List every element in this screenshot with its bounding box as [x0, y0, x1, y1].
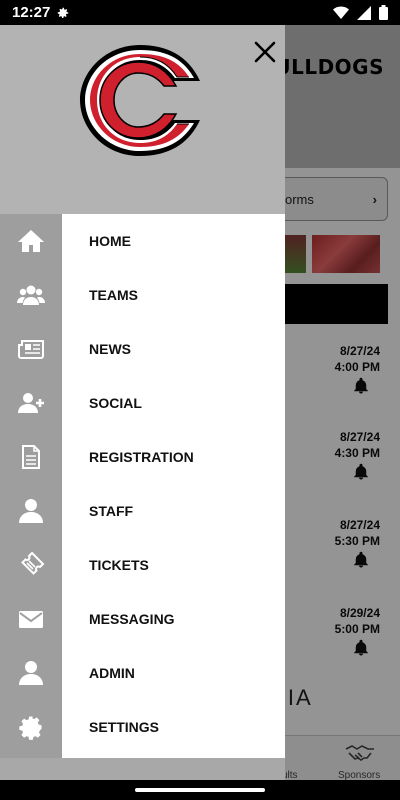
document-icon	[22, 445, 40, 469]
menu-item-admin[interactable]: ADMIN	[62, 646, 285, 700]
add-user-icon	[18, 393, 44, 413]
close-icon[interactable]	[252, 39, 278, 65]
user-icon	[19, 661, 43, 685]
menu-item-social[interactable]: SOCIAL	[62, 376, 285, 430]
rail-item-social[interactable]	[0, 376, 62, 430]
envelope-icon	[19, 611, 43, 628]
menu-item-settings[interactable]: SETTINGS	[62, 700, 285, 754]
rail-item-home[interactable]	[0, 214, 62, 268]
navigation-drawer: HOME TEAMS NEWS SOCIAL REGISTRATION STAF…	[0, 25, 285, 780]
settings-notification-icon	[58, 7, 69, 18]
menu-item-registration[interactable]: REGISTRATION	[62, 430, 285, 484]
rail-item-settings[interactable]	[0, 700, 62, 754]
rail-item-tickets[interactable]	[0, 538, 62, 592]
c-logo-icon	[80, 45, 200, 156]
rail-item-admin[interactable]	[0, 646, 62, 700]
status-icons	[333, 5, 388, 20]
rail-item-registration[interactable]	[0, 430, 62, 484]
battery-icon	[379, 5, 388, 20]
menu-item-home[interactable]: HOME	[62, 214, 285, 268]
rail-item-messaging[interactable]	[0, 592, 62, 646]
users-icon	[17, 285, 45, 305]
home-gesture-handle[interactable]	[135, 788, 265, 792]
drawer-footer	[0, 758, 285, 780]
menu-item-teams[interactable]: TEAMS	[62, 268, 285, 322]
gear-icon	[19, 716, 42, 740]
rail-item-teams[interactable]	[0, 268, 62, 322]
drawer-icon-rail	[0, 214, 62, 758]
home-icon	[18, 230, 44, 252]
wifi-icon	[333, 6, 349, 19]
user-icon	[19, 499, 43, 523]
ticket-icon	[21, 551, 45, 575]
signal-icon	[357, 5, 371, 20]
newspaper-icon	[18, 340, 44, 359]
status-bar: 12:27	[0, 0, 400, 25]
menu-item-tickets[interactable]: TICKETS	[62, 538, 285, 592]
menu-item-news[interactable]: NEWS	[62, 322, 285, 376]
drawer-header	[0, 25, 285, 214]
system-navigation-bar	[0, 780, 400, 800]
menu-item-staff[interactable]: STAFF	[62, 484, 285, 538]
status-time: 12:27	[12, 4, 51, 21]
rail-item-staff[interactable]	[0, 484, 62, 538]
rail-item-news[interactable]	[0, 322, 62, 376]
menu-item-messaging[interactable]: MESSAGING	[62, 592, 285, 646]
drawer-menu: HOME TEAMS NEWS SOCIAL REGISTRATION STAF…	[62, 214, 285, 758]
